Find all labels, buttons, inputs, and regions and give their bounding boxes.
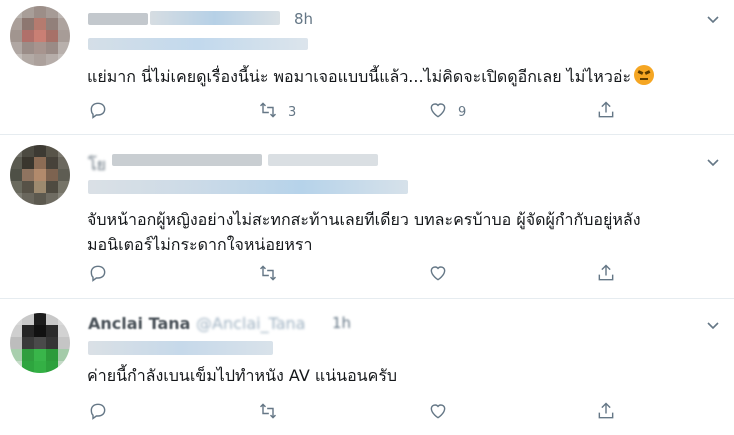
display-name-redacted[interactable] xyxy=(112,154,262,166)
reply-button[interactable] xyxy=(88,100,118,124)
reply-context-redacted xyxy=(88,38,308,50)
reply-context-redacted xyxy=(88,180,408,194)
retweet-count: 3 xyxy=(288,104,297,120)
tweet-text-line: แย่มาก นี่ไม่เคยดูเรื่องนี้น่ะ พอมาเจอแบ… xyxy=(87,67,632,86)
reply-icon xyxy=(88,100,108,124)
tweet[interactable]: Anclai Tana @Anclai_Tana 1h ค่ายนี้กำลัง… xyxy=(0,299,734,435)
user-handle[interactable]: @Anclai_Tana xyxy=(196,314,305,333)
tweet-feed: 8h แย่มาก นี่ไม่เคยดูเรื่องนี้น่ะ พอมาเจ… xyxy=(0,0,734,435)
share-button[interactable] xyxy=(596,100,616,124)
tweet-text-line: จับหน้าอกผู้หญิงอย่างไม่สะทกสะท้านเลยทีเ… xyxy=(87,210,641,229)
reply-icon xyxy=(88,263,108,287)
retweet-icon xyxy=(258,100,278,124)
reply-context-redacted xyxy=(88,341,273,355)
heart-icon xyxy=(428,401,448,425)
retweet-button[interactable]: 3 xyxy=(258,100,296,124)
tweet-actions: 3 9 xyxy=(88,100,628,124)
tweet-text-line: มอนิเตอร์ไม่กระดากใจหน่อยหรา xyxy=(87,235,313,254)
chevron-down-icon[interactable] xyxy=(706,318,720,332)
share-button[interactable] xyxy=(596,263,616,287)
retweet-icon xyxy=(258,263,278,287)
share-button[interactable] xyxy=(596,401,616,425)
chevron-down-icon[interactable] xyxy=(706,155,720,169)
handle-redacted[interactable] xyxy=(150,11,280,25)
like-button[interactable] xyxy=(428,263,458,287)
retweet-button[interactable] xyxy=(258,401,288,425)
like-count: 9 xyxy=(458,104,467,120)
reply-icon xyxy=(88,401,108,425)
chevron-down-icon[interactable] xyxy=(706,12,720,26)
tweet[interactable]: โย จับหน้าอกผู้หญิงอย่างไม่สะทกสะท้านเลย… xyxy=(0,135,734,298)
avatar[interactable] xyxy=(10,313,70,373)
tweet-time[interactable]: 8h xyxy=(294,10,313,28)
heart-icon xyxy=(428,100,448,124)
heart-icon xyxy=(428,263,448,287)
retweet-icon xyxy=(258,401,278,425)
tweet-actions xyxy=(88,401,628,425)
share-icon xyxy=(596,401,616,425)
like-button[interactable] xyxy=(428,401,458,425)
handle-redacted[interactable] xyxy=(268,154,378,166)
tweet-text-line: ค่ายนี้กำลังเบนเข็มไปทำหนัง AV แน่นอนครั… xyxy=(87,366,398,385)
tweet-text: จับหน้าอกผู้หญิงอย่างไม่สะทกสะท้านเลยทีเ… xyxy=(87,207,641,257)
reply-button[interactable] xyxy=(88,263,118,287)
tweet-actions xyxy=(88,263,628,287)
share-icon xyxy=(596,263,616,287)
display-name[interactable]: โย xyxy=(88,153,106,178)
display-name-redacted[interactable] xyxy=(88,13,148,25)
avatar[interactable] xyxy=(10,145,70,205)
share-icon xyxy=(596,100,616,124)
like-button[interactable]: 9 xyxy=(428,100,466,124)
display-name[interactable]: Anclai Tana xyxy=(88,314,190,333)
reply-button[interactable] xyxy=(88,401,118,425)
tweet-time[interactable]: 1h xyxy=(332,314,351,332)
tweet-text: ค่ายนี้กำลังเบนเข็มไปทำหนัง AV แน่นอนครั… xyxy=(87,363,397,388)
avatar[interactable] xyxy=(10,6,70,66)
tweet-text: แย่มาก นี่ไม่เคยดูเรื่องนี้น่ะ พอมาเจอแบ… xyxy=(87,64,655,89)
tweet[interactable]: 8h แย่มาก นี่ไม่เคยดูเรื่องนี้น่ะ พอมาเจ… xyxy=(0,0,734,134)
retweet-button[interactable] xyxy=(258,263,288,287)
angry-face-emoji xyxy=(634,65,655,85)
